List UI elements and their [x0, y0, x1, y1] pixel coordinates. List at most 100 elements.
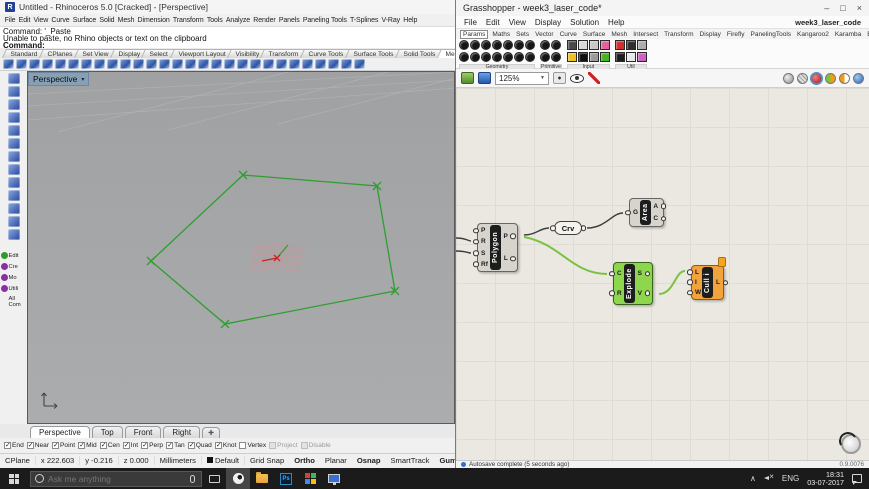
- solid-tool-icon[interactable]: [7, 112, 20, 123]
- param-icon[interactable]: [614, 40, 625, 50]
- viewport-title-tab[interactable]: Perspective ▾: [28, 72, 90, 86]
- tool-icon[interactable]: [224, 59, 235, 69]
- osnap-toggle[interactable]: Int: [122, 441, 138, 449]
- osnap-toggle[interactable]: Vertex: [239, 442, 266, 449]
- input-port[interactable]: G: [631, 209, 640, 216]
- photoshop-button[interactable]: Ps: [274, 468, 298, 489]
- cull-index-component[interactable]: LIW Cull i L: [691, 257, 726, 300]
- grasshopper-menu-item[interactable]: Help: [608, 18, 624, 27]
- output-port[interactable]: S: [635, 270, 644, 277]
- tool-icon[interactable]: [250, 59, 261, 69]
- solid-tool-icon[interactable]: [7, 229, 20, 240]
- osnap-toggle[interactable]: Point: [52, 441, 75, 449]
- osnap-toggle[interactable]: Knot: [214, 441, 236, 449]
- microphone-icon[interactable]: [190, 474, 195, 483]
- rhino-menu-item[interactable]: Solid: [98, 17, 116, 24]
- param-icon[interactable]: [525, 40, 535, 50]
- tool-icon[interactable]: [29, 59, 40, 69]
- warning-balloon-icon[interactable]: [718, 257, 726, 267]
- rhino-menu-item[interactable]: T-Splines: [348, 17, 379, 24]
- tool-icon[interactable]: [185, 59, 196, 69]
- tool-icon[interactable]: [133, 59, 144, 69]
- rhino-menu-item[interactable]: Edit: [17, 17, 32, 24]
- category-tab[interactable]: Intersect: [631, 31, 660, 38]
- input-port[interactable]: P: [479, 227, 490, 234]
- status-toggle[interactable]: Grid Snap: [245, 456, 289, 465]
- rhino-menu-item[interactable]: Transform: [171, 17, 205, 24]
- input-port[interactable]: S: [479, 250, 490, 257]
- input-port[interactable]: I: [693, 279, 702, 286]
- rhino-menu-item[interactable]: Surface: [71, 17, 98, 24]
- param-icon[interactable]: [470, 52, 480, 62]
- rhino-taskbar-button[interactable]: [226, 468, 250, 489]
- grasshopper-menu-item[interactable]: View: [509, 18, 526, 27]
- output-port[interactable]: P: [501, 233, 510, 240]
- polygon-component[interactable]: P R S Rf Polygon PL: [477, 223, 518, 272]
- category-tab[interactable]: Maths: [490, 31, 512, 38]
- rhino-title-bar[interactable]: R Untitled - Rhinoceros 5.0 [Cracked] - …: [0, 0, 455, 14]
- tool-icon[interactable]: [107, 59, 118, 69]
- explode-component[interactable]: C R Explode S V: [613, 262, 653, 305]
- rhino-menu-item[interactable]: Paneling Tools: [301, 17, 348, 24]
- units-indicator[interactable]: Millimeters: [155, 455, 202, 465]
- category-tab[interactable]: Karamba: [833, 31, 863, 38]
- preview-eye-icon[interactable]: [570, 73, 584, 83]
- volume-muted-icon[interactable]: [763, 472, 774, 483]
- sidebar-group-button[interactable]: Mo: [0, 274, 27, 281]
- param-icon[interactable]: [514, 40, 524, 50]
- tray-chevron-icon[interactable]: ∧: [750, 474, 756, 483]
- solid-tool-icon[interactable]: [7, 177, 20, 188]
- checkbox-icon[interactable]: [4, 441, 11, 449]
- category-tab[interactable]: Params: [460, 29, 489, 39]
- tool-icon[interactable]: [172, 59, 183, 69]
- minimize-button[interactable]: –: [824, 3, 829, 13]
- solid-tool-icon[interactable]: [7, 125, 20, 136]
- category-tab[interactable]: Sets: [514, 31, 531, 38]
- osnap-toggle[interactable]: Tan: [166, 441, 185, 449]
- osnap-toggle[interactable]: End: [4, 441, 24, 449]
- preview-wireframe-icon[interactable]: [797, 72, 808, 84]
- tool-icon[interactable]: [68, 59, 79, 69]
- tool-icon[interactable]: [289, 59, 300, 69]
- curve-param-component[interactable]: Crv: [554, 221, 582, 235]
- viewport-tab[interactable]: Front: [124, 426, 162, 438]
- input-port[interactable]: Rf: [479, 261, 490, 268]
- rhino-menu-item[interactable]: File: [3, 17, 17, 24]
- solid-tool-icon[interactable]: [7, 216, 20, 227]
- osnap-toggle[interactable]: Cen: [99, 441, 120, 449]
- layer-indicator[interactable]: Default: [202, 455, 245, 465]
- category-tab[interactable]: Display: [698, 31, 723, 38]
- viewport-tab[interactable]: Perspective: [30, 426, 90, 438]
- category-tab[interactable]: Curve: [558, 31, 579, 38]
- rhino-menu-item[interactable]: Tools: [205, 17, 224, 24]
- status-toggle[interactable]: Planar: [320, 456, 352, 465]
- solid-tool-icon[interactable]: [7, 190, 20, 201]
- param-icon[interactable]: [540, 40, 550, 50]
- maximize-button[interactable]: □: [840, 3, 845, 13]
- category-tab[interactable]: Vector: [533, 31, 555, 38]
- tool-icon[interactable]: [42, 59, 53, 69]
- param-icon[interactable]: [636, 52, 647, 62]
- category-tab[interactable]: PanelingTools: [749, 31, 793, 38]
- checkbox-icon[interactable]: [78, 441, 86, 449]
- param-icon[interactable]: [599, 52, 610, 62]
- sidebar-group-button[interactable]: Utili: [0, 285, 27, 292]
- checkbox-icon[interactable]: [52, 441, 60, 449]
- osnap-toggle[interactable]: Quad: [187, 441, 212, 449]
- grasshopper-menu-item[interactable]: Solution: [570, 18, 599, 27]
- param-icon[interactable]: [481, 52, 491, 62]
- tool-icon[interactable]: [159, 59, 170, 69]
- osnap-toggle[interactable]: Perp: [141, 441, 163, 449]
- checkbox-icon[interactable]: [141, 441, 149, 449]
- sidebar-group-button[interactable]: Edit: [0, 252, 27, 259]
- clock[interactable]: 18:31 03-07-2017: [807, 471, 844, 486]
- input-port[interactable]: R: [615, 290, 624, 297]
- osnap-toggle[interactable]: Near: [26, 441, 49, 449]
- display-app-button[interactable]: [322, 468, 346, 489]
- tool-icon[interactable]: [315, 59, 326, 69]
- canvas-compass-widget[interactable]: [841, 434, 861, 454]
- toolbar-tab[interactable]: Mesh Tools: [436, 49, 455, 58]
- solid-tool-icon[interactable]: [7, 99, 20, 110]
- output-port[interactable]: L: [501, 255, 510, 262]
- sidebar-group-button[interactable]: All Com: [1, 296, 27, 308]
